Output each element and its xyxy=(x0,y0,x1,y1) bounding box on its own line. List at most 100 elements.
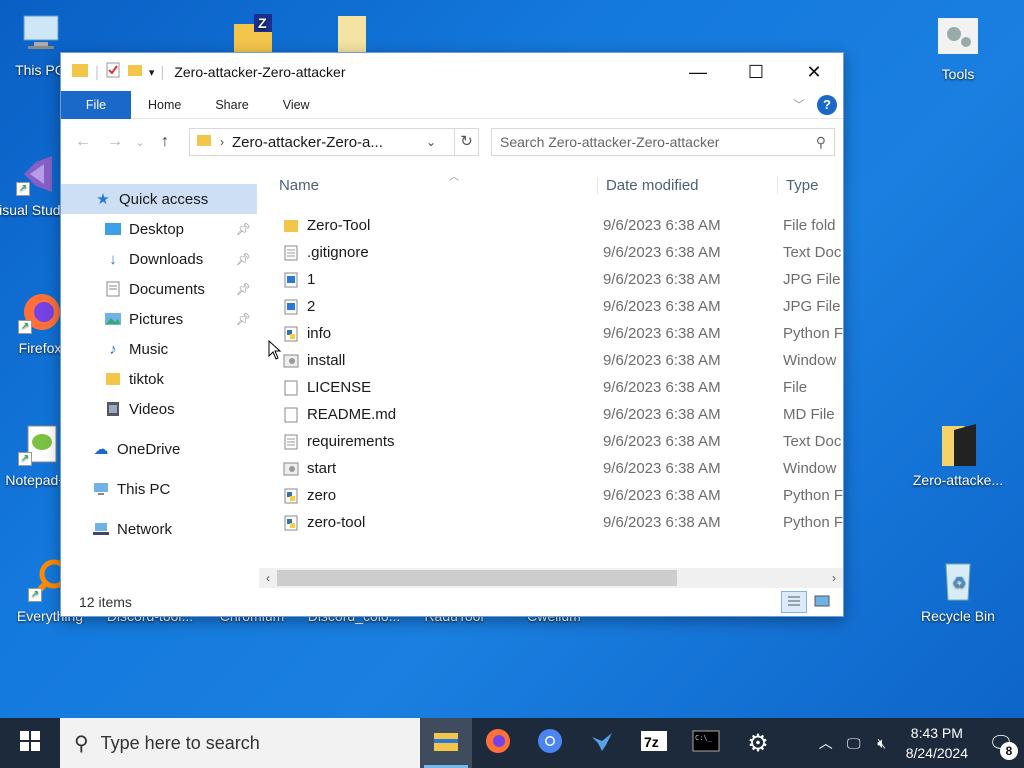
taskbar-app-7zip[interactable]: 7z xyxy=(628,718,680,768)
taskbar-app-file-explorer[interactable] xyxy=(420,718,472,768)
file-name-cell: info xyxy=(277,325,597,343)
properties-icon[interactable] xyxy=(105,62,121,82)
back-arrow-icon[interactable]: ← xyxy=(69,133,97,151)
firefox-icon xyxy=(484,727,512,759)
desktop-icon-tools[interactable]: Tools xyxy=(910,14,1006,82)
scroll-thumb[interactable] xyxy=(276,570,677,586)
file-date: 9/6/2023 6:38 AM xyxy=(602,433,721,450)
new-folder-icon[interactable] xyxy=(127,62,143,82)
taskbar-search-input[interactable]: Type here to search xyxy=(101,733,260,754)
refresh-icon[interactable]: ↻ xyxy=(454,129,478,155)
file-name-cell: README.md xyxy=(277,406,597,424)
tab-view[interactable]: View xyxy=(266,91,327,119)
gear-folder-icon xyxy=(934,14,982,62)
close-button[interactable]: ✕ xyxy=(785,53,843,91)
chromium-icon xyxy=(536,727,564,759)
column-header-date[interactable]: Date modified xyxy=(596,176,777,194)
large-icons-view-button[interactable] xyxy=(809,591,835,613)
taskbar-app-terminal[interactable]: C:\_ xyxy=(680,718,732,768)
file-row[interactable]: 1 9/6/2023 6:38 AM JPG File xyxy=(277,266,843,293)
file-row[interactable]: README.md 9/6/2023 6:38 AM MD File xyxy=(277,401,843,428)
taskbar-app-chromium[interactable] xyxy=(524,718,576,768)
maximize-icon: ☐ xyxy=(747,61,765,82)
file-row[interactable]: 2 9/6/2023 6:38 AM JPG File xyxy=(277,293,843,320)
horizontal-scrollbar[interactable]: ‹ › xyxy=(258,568,843,588)
nav-item-quick-access[interactable]: ★ Quick access xyxy=(61,184,257,214)
file-row[interactable]: zero-tool 9/6/2023 6:38 AM Python F xyxy=(277,509,843,536)
column-headers: ︿ Name Date modified Type xyxy=(277,166,843,204)
address-dropdown-icon[interactable]: ⌄ xyxy=(426,135,446,149)
item-count: 12 items xyxy=(79,594,132,610)
svg-text:♻: ♻ xyxy=(952,573,966,592)
nav-item-music[interactable]: ♪ Music xyxy=(61,334,257,364)
tab-file[interactable]: File xyxy=(61,90,131,119)
minimize-button[interactable]: — xyxy=(669,53,727,91)
nav-label: Pictures xyxy=(129,310,184,328)
maximize-button[interactable]: ☐ xyxy=(727,53,785,91)
taskbar-app-firefox[interactable] xyxy=(472,718,524,768)
nav-item-tiktok[interactable]: tiktok xyxy=(61,364,257,394)
nav-item-onedrive[interactable]: ☁ OneDrive xyxy=(61,434,257,464)
taskbar-app-settings[interactable]: ⚙ xyxy=(732,718,784,768)
expand-ribbon-icon[interactable]: ﹀ xyxy=(793,96,805,113)
search-input[interactable]: Search Zero-attacker-Zero-attacker xyxy=(500,134,816,150)
forward-arrow-icon[interactable]: → xyxy=(101,133,129,151)
file-row[interactable]: requirements 9/6/2023 6:38 AM Text Doc xyxy=(277,428,843,455)
nav-item-network[interactable]: Network xyxy=(61,514,257,544)
nav-item-videos[interactable]: Videos xyxy=(61,394,257,424)
nav-item-documents[interactable]: Documents 📌︎ xyxy=(61,274,257,304)
notification-center-button[interactable]: 🗨︎ 8 xyxy=(978,718,1024,768)
svg-text:7z: 7z xyxy=(644,734,659,750)
file-name: zero-tool xyxy=(306,514,366,531)
file-row[interactable]: start 9/6/2023 6:38 AM Window xyxy=(277,455,843,482)
pin-icon[interactable]: 📌︎ xyxy=(236,282,251,296)
clock[interactable]: 8:43 PM 8/24/2024 xyxy=(896,723,978,763)
recent-locations-chevron-icon[interactable]: ⌄ xyxy=(133,136,147,149)
desktop-icon-zero-attacker[interactable]: Zero-attacke... xyxy=(910,420,1006,488)
customize-dropdown-icon[interactable]: ▾ xyxy=(149,66,155,79)
file-explorer-window[interactable]: | ▾ | Zero-attacker-Zero-attacker — ☐ ✕ … xyxy=(60,52,844,617)
column-header-type[interactable]: Type xyxy=(776,176,843,194)
details-view-button[interactable] xyxy=(781,591,807,613)
star-icon: ★ xyxy=(96,191,110,208)
file-name: README.md xyxy=(306,406,397,423)
file-row[interactable]: info 9/6/2023 6:38 AM Python F xyxy=(277,320,843,347)
column-header-name[interactable]: Name xyxy=(277,177,597,194)
text-file-icon xyxy=(283,244,299,262)
start-button[interactable] xyxy=(0,718,60,768)
file-name: 2 xyxy=(306,298,316,315)
svg-text:Z: Z xyxy=(258,15,267,31)
taskbar-search-box[interactable]: ⚲ Type here to search xyxy=(60,718,420,768)
zip-folder-icon: Z xyxy=(228,10,276,58)
file-row[interactable]: zero 9/6/2023 6:38 AM Python F xyxy=(277,482,843,509)
title-bar[interactable]: | ▾ | Zero-attacker-Zero-attacker — ☐ ✕ xyxy=(61,53,843,91)
nav-item-pictures[interactable]: Pictures 📌︎ xyxy=(61,304,257,334)
pin-icon[interactable]: 📌︎ xyxy=(236,252,251,266)
taskbar-app-bird[interactable] xyxy=(576,718,628,768)
up-arrow-icon[interactable]: ↑ xyxy=(151,133,179,151)
pin-icon[interactable]: 📌︎ xyxy=(236,312,251,326)
pin-icon[interactable]: 📌︎ xyxy=(236,222,251,236)
desktop-icon-recycle-bin[interactable]: ♻ Recycle Bin xyxy=(910,556,1006,624)
file-row[interactable]: LICENSE 9/6/2023 6:38 AM File xyxy=(277,374,843,401)
tab-home[interactable]: Home xyxy=(131,91,198,119)
network-status-icon[interactable]: 🖵︎ xyxy=(840,735,868,752)
clock-time: 8:43 PM xyxy=(910,725,963,741)
nav-item-desktop[interactable]: Desktop 📌︎ xyxy=(61,214,257,244)
file-row[interactable]: install 9/6/2023 6:38 AM Window xyxy=(277,347,843,374)
search-box[interactable]: Search Zero-attacker-Zero-attacker ⚲ xyxy=(491,128,835,156)
tab-share[interactable]: Share xyxy=(198,91,265,119)
scroll-track[interactable] xyxy=(276,570,825,586)
volume-muted-icon[interactable]: 🔇︎ xyxy=(868,735,896,752)
help-icon[interactable]: ? xyxy=(817,94,837,115)
scroll-left-icon[interactable]: ‹ xyxy=(259,571,277,585)
nav-item-downloads[interactable]: ↓ Downloads 📌︎ xyxy=(61,244,257,274)
scroll-right-icon[interactable]: › xyxy=(825,571,843,585)
show-hidden-icons-chevron-icon[interactable]: ︿ xyxy=(812,733,840,753)
file-row[interactable]: Zero-Tool 9/6/2023 6:38 AM File fold xyxy=(277,212,843,239)
file-row[interactable]: .gitignore 9/6/2023 6:38 AM Text Doc xyxy=(277,239,843,266)
nav-label: This PC xyxy=(117,480,171,498)
address-bar[interactable]: › Zero-attacker-Zero-a... ⌄ ↻ xyxy=(189,128,479,156)
text-file-icon xyxy=(283,433,299,451)
nav-item-this-pc[interactable]: This PC xyxy=(61,474,257,504)
